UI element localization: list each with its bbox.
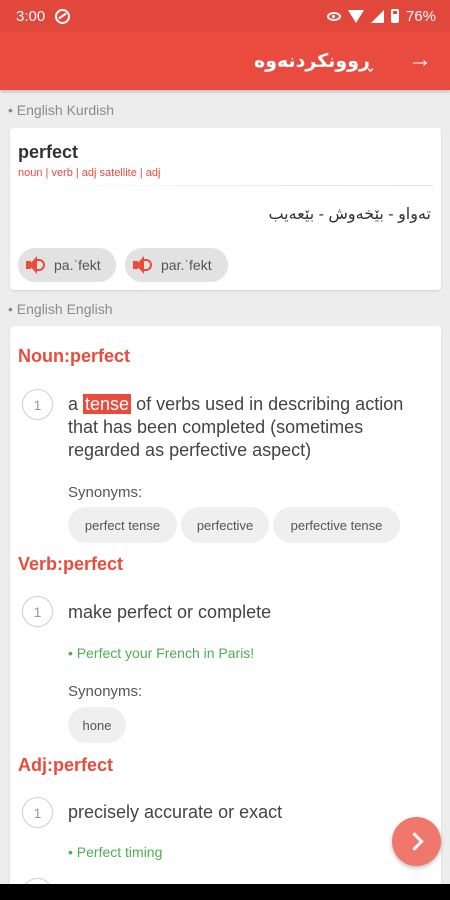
chevron-right-icon (404, 832, 424, 851)
synonym-chip[interactable]: perfective (181, 507, 269, 543)
entry-word: perfect (18, 142, 79, 162)
speaker-icon (26, 256, 48, 274)
divider (18, 185, 433, 186)
pronunciation-button-us[interactable]: par.ˈfekt (125, 248, 228, 282)
adj-definition: precisely accurate or exact (68, 802, 283, 822)
section-label-english-english: • English English (8, 301, 113, 317)
highlighted-word: tense (83, 394, 132, 414)
synonym-chip[interactable]: perfective tense (273, 507, 400, 543)
verb-example: • Perfect your French in Paris! (68, 645, 255, 661)
sense-number: 1 (22, 389, 53, 420)
arrow-right-icon[interactable]: → (408, 46, 432, 74)
verb-definition: make perfect or complete (68, 602, 272, 622)
do-not-disturb-icon (55, 8, 71, 24)
synonyms-label: Synonyms: (68, 484, 143, 501)
section-label-english-kurdish: • English Kurdish (8, 102, 115, 118)
adj-heading: Adj:perfect (18, 755, 114, 775)
battery-icon (390, 9, 399, 23)
synonyms-label: Synonyms: (68, 683, 143, 700)
pronunciation-text: par.ˈfekt (161, 257, 212, 273)
english-card: Noun:perfect 1 a tense of verbs used in … (10, 326, 441, 900)
status-bar: 3:00 76% (0, 0, 450, 32)
signal-icon (370, 9, 384, 23)
eye-icon (326, 11, 341, 21)
definition-text: a (68, 394, 84, 414)
kurdish-card: perfect noun | verb | adj satellite | ad… (10, 128, 441, 290)
part-of-speech: noun | verb | adj satellite | adj (18, 167, 161, 179)
battery-level: 76% (405, 7, 436, 25)
pronunciation-text: pa.ˈfekt (54, 257, 101, 273)
status-time: 3:00 (16, 7, 46, 25)
adj-example: • Perfect timing (68, 844, 163, 860)
pronunciation-button-uk[interactable]: pa.ˈfekt (18, 248, 116, 282)
next-button[interactable] (392, 817, 441, 866)
noun-definition: a tense of verbs used in describing acti… (68, 393, 438, 462)
verb-heading: Verb:perfect (18, 554, 124, 574)
noun-heading: Noun:perfect (18, 346, 130, 366)
sense-number: 1 (22, 797, 53, 828)
wifi-icon (347, 9, 364, 23)
synonym-chip[interactable]: perfect tense (68, 507, 177, 543)
kurdish-translation: تەواو - بێخەوش - بێعەیب (268, 206, 431, 223)
navigation-bar (0, 884, 450, 900)
sense-number: 1 (22, 596, 53, 627)
speaker-icon (133, 256, 155, 274)
page-title: ڕوونکردنەوە (254, 51, 372, 72)
app-bar: ڕوونکردنەوە → (0, 32, 450, 90)
synonym-chip[interactable]: hone (68, 707, 126, 743)
